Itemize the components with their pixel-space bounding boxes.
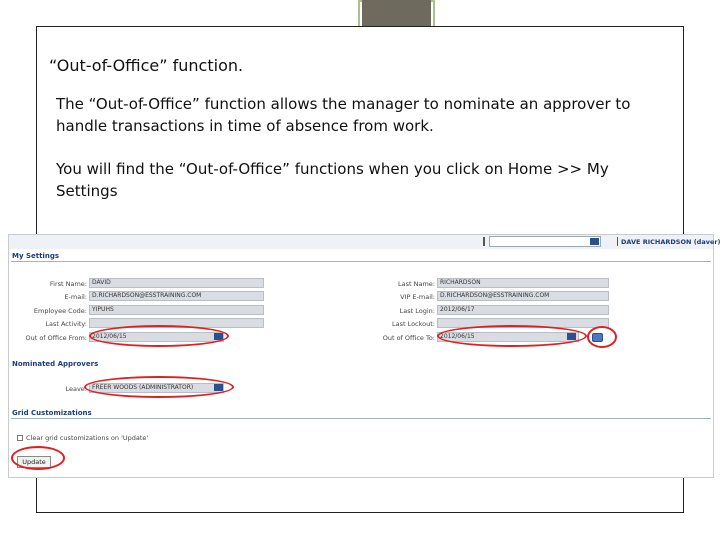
highlight-circle xyxy=(437,325,587,347)
my-settings-screenshot: DAVE RICHARDSON (daver) My Settings Firs… xyxy=(8,234,720,478)
employee-code-field[interactable]: YIPUHS xyxy=(89,305,264,315)
top-bar xyxy=(9,235,713,249)
first-name-field[interactable]: DAVID xyxy=(89,278,264,288)
delegate-label: Leave: xyxy=(65,385,87,393)
separator xyxy=(617,237,618,246)
last-lockout-label: Last Lockout: xyxy=(391,320,435,328)
slide-title: “Out-of-Office” function. xyxy=(49,56,244,75)
last-name-field[interactable]: RICHARDSON xyxy=(437,278,609,288)
out-of-office-to-label: Out of Office To: xyxy=(382,334,435,342)
current-user[interactable]: DAVE RICHARDSON (daver) xyxy=(621,238,720,246)
separator xyxy=(483,237,485,246)
employee-code-label: Employee Code: xyxy=(33,307,87,315)
last-login-label: Last Login: xyxy=(399,307,435,315)
vip-email-label: VIP E-mail: xyxy=(400,293,435,301)
last-login-field[interactable]: 2012/06/17 xyxy=(437,305,609,315)
vip-email-field[interactable]: D.RICHARDSON@ESSTRAINING.COM xyxy=(437,291,609,301)
slide-paragraph-intro: The “Out-of-Office” function allows the … xyxy=(56,95,631,135)
highlight-circle xyxy=(587,326,617,348)
section-nominated-approvers: Nominated Approvers xyxy=(12,360,99,368)
clear-customizations-label: Clear grid customizations on 'Update' xyxy=(26,434,149,442)
email-label: E-mail: xyxy=(64,293,87,301)
email-field[interactable]: D.RICHARDSON@ESSTRAINING.COM xyxy=(89,291,264,301)
clear-customizations-checkbox[interactable] xyxy=(17,435,23,441)
section-divider xyxy=(11,261,711,262)
highlight-circle xyxy=(84,376,234,398)
top-dropdown[interactable] xyxy=(489,236,601,247)
out-of-office-from-label: Out of Office From: xyxy=(25,334,87,342)
first-name-label: First Name: xyxy=(49,280,87,288)
section-grid-customizations: Grid Customizations xyxy=(12,409,92,417)
last-activity-label: Last Activity: xyxy=(45,320,87,328)
slide-paragraph-navigation: You will find the “Out-of-Office” functi… xyxy=(56,160,609,200)
highlight-circle xyxy=(11,446,65,470)
chevron-down-icon xyxy=(590,238,599,245)
section-my-settings: My Settings xyxy=(12,252,60,260)
section-divider xyxy=(11,418,711,419)
last-name-label: Last Name: xyxy=(398,280,435,288)
highlight-circle xyxy=(89,325,229,347)
